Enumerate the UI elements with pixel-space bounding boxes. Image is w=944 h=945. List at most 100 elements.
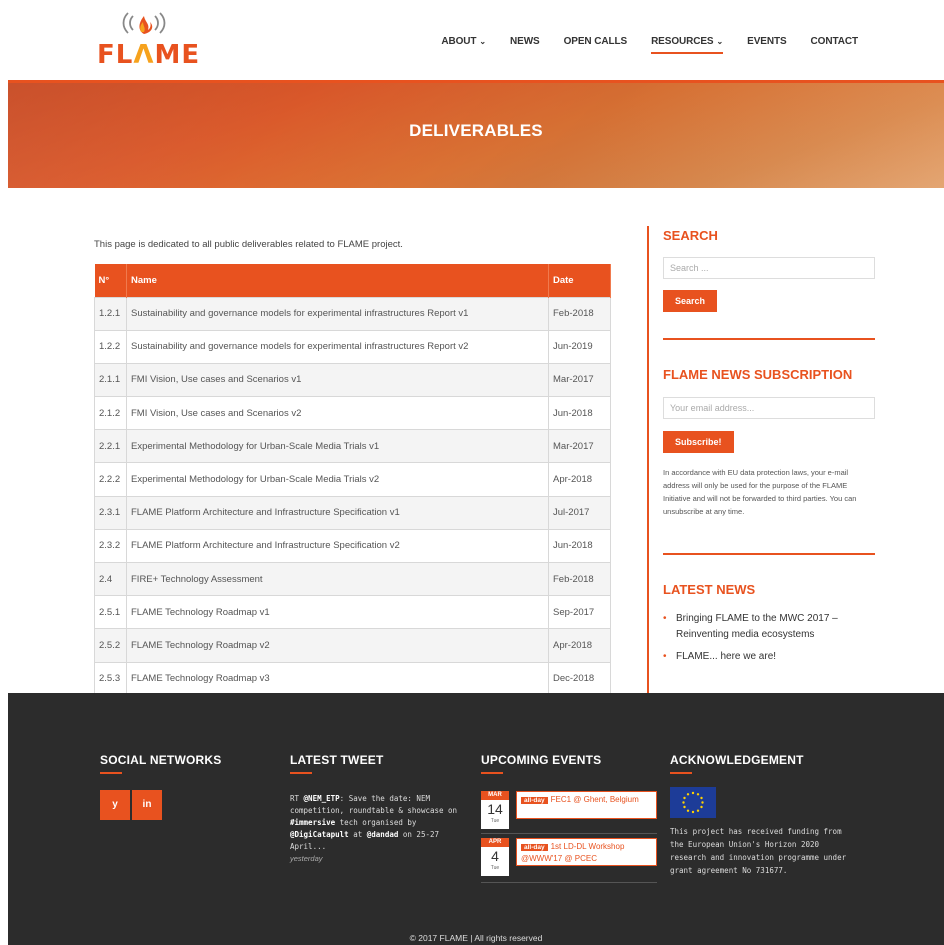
nav-news[interactable]: NEWS (498, 36, 552, 54)
table-row: 1.2.1 Sustainability and governance model… (94, 296, 611, 331)
table-row: 2.4 FIRE+ Technology Assessment Feb-2018 (94, 561, 611, 597)
table-row: 2.3.2 FLAME Platform Architecture and Inf… (94, 528, 611, 564)
tweet-text: RT @NEM_ETP: Save the date: NEM competit… (290, 794, 458, 863)
event-title[interactable]: all-day FEC1 @ Ghent, Belgium (516, 791, 657, 819)
col-header-number: N° (94, 264, 127, 297)
table-row: 2.1.1 FMI Vision, Use cases and Scenarios… (94, 362, 611, 398)
tweet-hashtag-link[interactable]: #immersive (290, 818, 335, 827)
main-nav: ABOUT ⌄ NEWS OPEN CALLS RESOURCES ⌄ EVENTS… (429, 36, 870, 54)
cell-number: 2.1.1 (94, 362, 127, 398)
page-title: DELIVERABLES (409, 121, 543, 140)
all-day-badge: all-day (521, 797, 548, 804)
nav-events[interactable]: EVENTS (735, 36, 798, 54)
cell-name[interactable]: Experimental Methodology for Urban-Scale… (126, 462, 549, 497)
tweet-handle-link[interactable]: @NEM_ETP (304, 794, 340, 803)
cell-number: 2.5.1 (94, 595, 127, 630)
cell-name[interactable]: Experimental Methodology for Urban-Scale… (126, 429, 549, 464)
acknowledgement-title: ACKNOWLEDGEMENT (670, 753, 804, 774)
cell-date: Feb-2018 (548, 296, 611, 331)
twitter-icon[interactable]: y (100, 790, 130, 820)
cell-number: 2.5.2 (94, 628, 127, 663)
acknowledgement-text: This project has received funding from t… (670, 827, 847, 875)
latest-news-list: Bringing FLAME to the MWC 2017 – Reinven… (663, 611, 875, 671)
page-banner: DELIVERABLES (8, 80, 944, 188)
linkedin-icon[interactable]: in (132, 790, 162, 820)
cell-number: 1.2.1 (94, 296, 127, 331)
cell-number: 2.4 (94, 561, 127, 597)
cell-number: 2.2.2 (94, 462, 127, 497)
logo-wordmark: FLΛME (97, 40, 201, 70)
event-separator (481, 882, 657, 883)
cell-number: 2.3.2 (94, 528, 127, 564)
upcoming-events-title: UPCOMING EVENTS (481, 753, 602, 774)
cell-name[interactable]: FLAME Platform Architecture and Infrastr… (126, 528, 549, 564)
nav-resources[interactable]: RESOURCES ⌄ (639, 36, 735, 54)
deliverables-table-wrap: N° Name Date 1.2.1 Sustainability and gov… (94, 264, 611, 693)
cell-number: 2.5.3 (94, 661, 127, 693)
table-header-row: N° Name Date (94, 264, 611, 297)
cell-name[interactable]: Sustainability and governance models for… (126, 296, 549, 331)
event-date-badge: MAR 14 Tue (481, 791, 509, 829)
search-input[interactable]: Search ... (663, 257, 875, 279)
table-row: 2.5.2 FLAME Technology Roadmap v2 Apr-2018 (94, 628, 611, 663)
news-item[interactable]: Bringing FLAME to the MWC 2017 – Reinven… (663, 611, 875, 643)
nav-open-calls[interactable]: OPEN CALLS (552, 36, 639, 54)
chevron-down-icon: ⌄ (716, 37, 724, 46)
cell-name[interactable]: FLAME Technology Roadmap v1 (126, 595, 549, 630)
event-title[interactable]: all-day 1st LD-DL Workshop @WWW'17 @ PCEC (516, 838, 657, 866)
table-row: 2.3.1 FLAME Platform Architecture and Inf… (94, 495, 611, 530)
subscription-note: In accordance with EU data protection la… (663, 468, 857, 516)
event-item[interactable]: MAR 14 Tue all-day FEC1 @ Ghent, Belgium (481, 791, 657, 831)
intro-text: This page is dedicated to all public del… (94, 239, 403, 250)
search-button[interactable]: Search (663, 290, 718, 312)
cell-date: Mar-2017 (548, 362, 611, 398)
cell-name[interactable]: FMI Vision, Use cases and Scenarios v2 (126, 396, 549, 431)
tweet-timestamp: yesterday (290, 854, 323, 863)
cell-name[interactable]: FLAME Technology Roadmap v2 (126, 628, 549, 663)
cell-number: 2.3.1 (94, 495, 127, 530)
cell-date: Apr-2018 (548, 462, 611, 497)
site-footer: SOCIAL NETWORKS y in LATEST TWEET RT @NE… (8, 693, 944, 945)
cell-name[interactable]: Sustainability and governance models for… (126, 329, 549, 364)
news-item[interactable]: FLAME... here we are! (663, 649, 875, 665)
tweet-handle-link[interactable]: @DigiCatapult (290, 830, 349, 839)
eu-flag-icon (670, 787, 716, 818)
cell-date: Sep-2017 (548, 595, 611, 630)
copyright-text: © 2017 FLAME | All rights reserved (409, 933, 543, 943)
latest-tweet-title: LATEST TWEET (290, 753, 384, 774)
social-networks-title: SOCIAL NETWORKS (100, 753, 222, 774)
table-row: 2.5.1 FLAME Technology Roadmap v1 Sep-2017 (94, 595, 611, 630)
sidebar-divider (663, 553, 875, 555)
cell-number: 1.2.2 (94, 329, 127, 364)
cell-name[interactable]: FIRE+ Technology Assessment (126, 561, 549, 597)
cell-name[interactable]: FMI Vision, Use cases and Scenarios v1 (126, 362, 549, 398)
table-row: 2.1.2 FMI Vision, Use cases and Scenarios… (94, 396, 611, 431)
latest-news-widget-title: LATEST NEWS (663, 582, 756, 597)
event-item[interactable]: APR 4 Tue all-day 1st LD-DL Workshop @WWW… (481, 838, 657, 878)
cell-date: Jul-2017 (548, 495, 611, 530)
table-row: 2.2.1 Experimental Methodology for Urban-… (94, 429, 611, 464)
cell-date: Mar-2017 (548, 429, 611, 464)
chevron-down-icon: ⌄ (479, 37, 486, 46)
nav-about[interactable]: ABOUT ⌄ (429, 36, 498, 54)
subscription-widget-title: FLAME NEWS SUBSCRIPTION (663, 367, 853, 382)
email-field[interactable]: Your email address... (663, 397, 875, 419)
subscribe-button[interactable]: Subscribe! (663, 431, 734, 453)
cell-date: Apr-2018 (548, 628, 611, 663)
cell-name[interactable]: FLAME Platform Architecture and Infrastr… (126, 495, 549, 530)
flame-logo[interactable]: FLΛME (97, 10, 201, 70)
col-header-name: Name (126, 264, 549, 297)
cell-date: Jun-2019 (548, 329, 611, 364)
cell-name[interactable]: FLAME Technology Roadmap v3 (126, 661, 549, 693)
cell-number: 2.1.2 (94, 396, 127, 431)
search-widget-title: SEARCH (663, 228, 718, 243)
cell-date: Jun-2018 (548, 396, 611, 431)
table-row: 2.5.3 FLAME Technology Roadmap v3 Dec-2018 (94, 661, 611, 693)
deliverables-table: N° Name Date 1.2.1 Sustainability and gov… (94, 264, 611, 693)
site-header: FLΛME ABOUT ⌄ NEWS OPEN CALLS RESOURCES ⌄ … (0, 0, 944, 80)
col-header-date: Date (548, 264, 611, 297)
tweet-handle-link[interactable]: @dandad (367, 830, 399, 839)
table-row: 2.2.2 Experimental Methodology for Urban-… (94, 462, 611, 497)
nav-contact[interactable]: CONTACT (799, 36, 870, 54)
sidebar-divider (663, 338, 875, 340)
